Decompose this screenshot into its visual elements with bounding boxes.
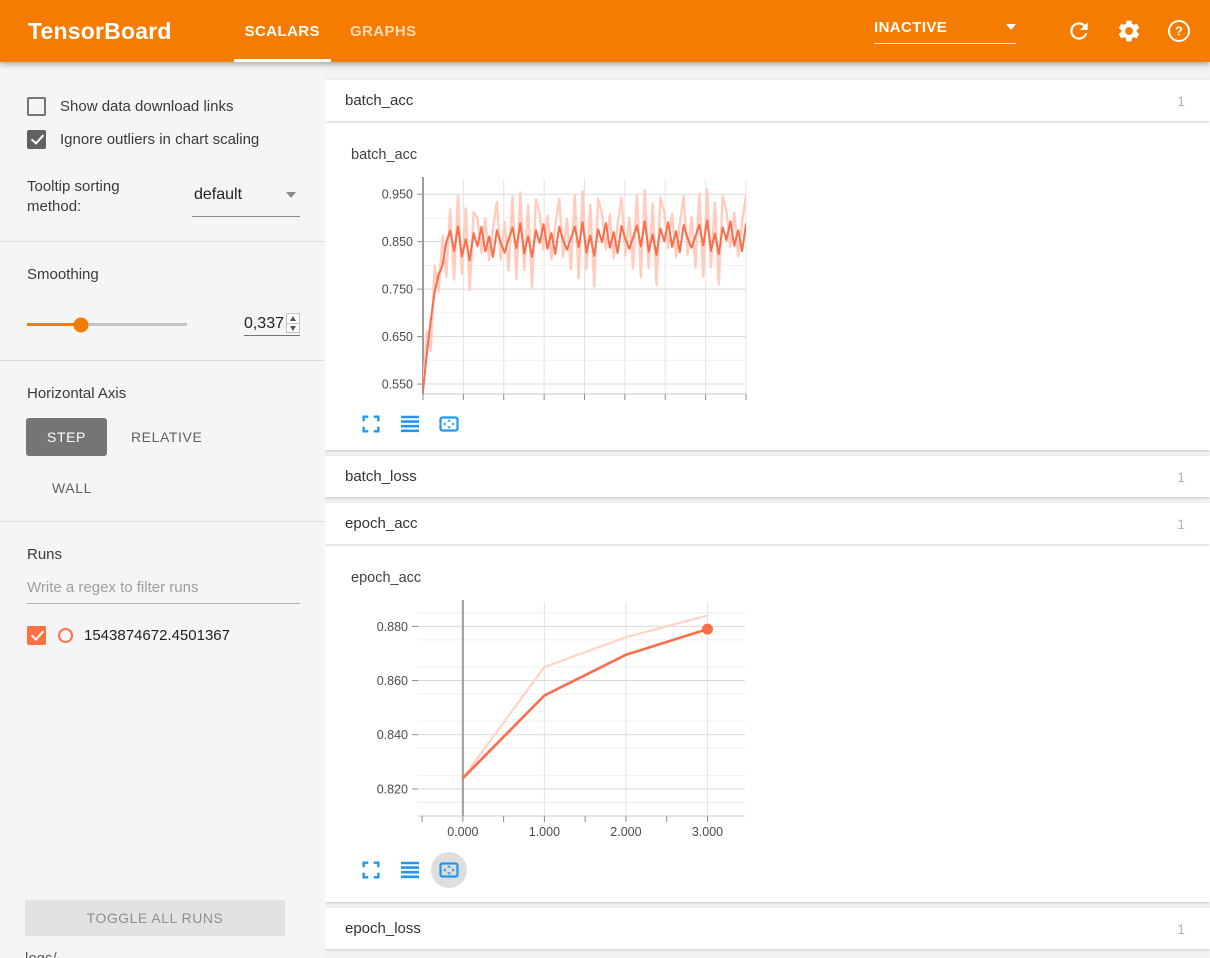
stepper-up-button[interactable] xyxy=(287,314,299,323)
svg-text:0.820: 0.820 xyxy=(377,782,408,796)
gear-icon[interactable] xyxy=(1116,18,1142,44)
section-count-badge: 1 xyxy=(1177,516,1185,532)
fit-domain-icon[interactable] xyxy=(431,852,467,888)
run-list-item[interactable]: 1543874672.4501367 xyxy=(27,626,325,645)
chart-title: batch_acc xyxy=(351,147,1210,163)
status-dropdown[interactable]: INACTIVE xyxy=(874,19,1016,44)
chart-toolbar xyxy=(359,852,1210,888)
logdir-label: logs/ xyxy=(25,950,325,958)
section-pane-batch-acc: batch_acc 0.550 0.650 0.750 0.850 0.950 xyxy=(325,121,1210,450)
topbar-right-group: INACTIVE ? xyxy=(874,0,1192,62)
runs-label: Runs xyxy=(27,546,325,563)
svg-text:0.840: 0.840 xyxy=(377,728,408,742)
tab-graphs[interactable]: GRAPHS xyxy=(335,0,432,62)
epoch-acc-chart[interactable]: 0.820 0.840 0.860 0.880 0.000 1.000 2.000 3.000 xyxy=(325,592,1210,842)
tab-bar: SCALARS GRAPHS xyxy=(230,0,432,62)
triangle-up-icon xyxy=(290,316,296,321)
tooltip-sorting-dropdown[interactable]: default xyxy=(192,177,300,217)
batch-acc-chart[interactable]: 0.550 0.650 0.750 0.850 0.950 xyxy=(325,169,1210,402)
app-header: TensorBoard SCALARS GRAPHS INACTIVE ? xyxy=(0,0,1210,62)
smoothing-value-box: 0,337 xyxy=(244,313,300,336)
runs-regex-input[interactable]: Write a regex to filter runs xyxy=(27,579,300,604)
svg-text:0.650: 0.650 xyxy=(382,330,413,344)
horizontal-axis-label: Horizontal Axis xyxy=(27,385,325,402)
chart-svg: 0.550 0.650 0.750 0.850 0.950 xyxy=(325,169,752,402)
ignore-outliers-label: Ignore outliers in chart scaling xyxy=(60,131,259,148)
chevron-down-icon xyxy=(286,192,296,198)
stepper-down-button[interactable] xyxy=(287,323,299,332)
help-icon[interactable]: ? xyxy=(1166,18,1192,44)
axis-step-button[interactable]: STEP xyxy=(26,418,107,456)
section-header-batch-loss[interactable]: batch_loss 1 xyxy=(325,456,1210,497)
settings-sidebar: Show data download links Ignore outliers… xyxy=(0,62,325,958)
tab-scalars[interactable]: SCALARS xyxy=(230,0,335,62)
smoothing-slider-row: 0,337 xyxy=(27,313,300,336)
divider xyxy=(0,360,325,361)
refresh-icon[interactable] xyxy=(1066,18,1092,44)
chevron-down-icon xyxy=(1006,24,1016,30)
svg-text:0.750: 0.750 xyxy=(382,283,413,297)
tooltip-sorting-value: default xyxy=(194,186,242,204)
run-selector-icon[interactable] xyxy=(398,412,422,436)
chart-svg: 0.820 0.840 0.860 0.880 0.000 1.000 2.000 3.000 xyxy=(325,592,752,842)
tooltip-sorting-row: Tooltip sorting method: default xyxy=(27,177,300,217)
section-title: epoch_loss xyxy=(345,920,421,937)
svg-text:0.880: 0.880 xyxy=(377,620,408,634)
svg-text:0.860: 0.860 xyxy=(377,674,408,688)
runs-regex-placeholder: Write a regex to filter runs xyxy=(27,579,198,596)
section-title: epoch_acc xyxy=(345,515,418,532)
section-title: batch_loss xyxy=(345,468,417,485)
dashboard-main: batch_acc 1 batch_acc 0.550 0.650 0.750 0.8… xyxy=(325,62,1210,958)
run-color-swatch[interactable] xyxy=(58,628,73,643)
fullscreen-icon[interactable] xyxy=(359,412,383,436)
section-header-batch-acc[interactable]: batch_acc 1 xyxy=(325,80,1210,121)
svg-text:2.000: 2.000 xyxy=(610,825,641,839)
run-checkbox[interactable] xyxy=(27,626,46,645)
svg-text:0.850: 0.850 xyxy=(382,235,413,249)
smoothing-value-input[interactable]: 0,337 xyxy=(244,315,286,333)
tooltip-sorting-label: Tooltip sorting method: xyxy=(27,177,145,217)
app-title: TensorBoard xyxy=(28,18,172,45)
divider xyxy=(0,521,325,522)
smoothing-label: Smoothing xyxy=(27,266,325,283)
run-selector-icon[interactable] xyxy=(398,858,422,882)
show-download-links-label: Show data download links xyxy=(60,98,233,115)
ignore-outliers-checkbox-row[interactable]: Ignore outliers in chart scaling xyxy=(27,130,325,149)
ignore-outliers-checkbox[interactable] xyxy=(27,130,46,149)
run-name: 1543874672.4501367 xyxy=(84,627,230,644)
axis-relative-button[interactable]: RELATIVE xyxy=(131,429,202,445)
axis-buttons-row: STEP RELATIVE xyxy=(26,418,325,456)
svg-text:1.000: 1.000 xyxy=(529,825,560,839)
section-header-epoch-acc[interactable]: epoch_acc 1 xyxy=(325,503,1210,544)
svg-text:?: ? xyxy=(1175,24,1183,39)
show-download-links-checkbox[interactable] xyxy=(27,97,46,116)
section-title: batch_acc xyxy=(345,92,413,109)
tab-graphs-label: GRAPHS xyxy=(350,23,417,40)
divider xyxy=(0,241,325,242)
section-count-badge: 1 xyxy=(1177,921,1185,937)
svg-text:3.000: 3.000 xyxy=(692,825,723,839)
section-header-epoch-loss[interactable]: epoch_loss 1 xyxy=(325,908,1210,949)
svg-text:0.000: 0.000 xyxy=(447,825,478,839)
chart-toolbar xyxy=(359,412,1210,436)
axis-wall-button[interactable]: WALL xyxy=(52,480,92,496)
sidebar-bottom-group: TOGGLE ALL RUNS logs/ xyxy=(0,900,325,958)
smoothing-stepper[interactable] xyxy=(286,313,300,333)
section-count-badge: 1 xyxy=(1177,469,1185,485)
tab-scalars-label: SCALARS xyxy=(245,23,320,40)
toggle-all-runs-button[interactable]: TOGGLE ALL RUNS xyxy=(25,900,285,936)
fit-domain-icon[interactable] xyxy=(437,412,461,436)
smoothing-slider[interactable] xyxy=(27,323,187,326)
section-pane-epoch-acc: epoch_acc 0.820 0.840 0.860 0.880 0.000 1.000… xyxy=(325,544,1210,902)
fullscreen-icon[interactable] xyxy=(359,858,383,882)
status-dropdown-value: INACTIVE xyxy=(874,19,947,36)
smoothing-slider-thumb[interactable] xyxy=(74,317,89,332)
svg-text:0.550: 0.550 xyxy=(382,378,413,392)
show-download-links-checkbox-row[interactable]: Show data download links xyxy=(27,97,325,116)
triangle-down-icon xyxy=(290,326,296,331)
chart-title: epoch_acc xyxy=(351,570,1210,586)
svg-text:0.950: 0.950 xyxy=(382,188,413,202)
section-count-badge: 1 xyxy=(1177,93,1185,109)
